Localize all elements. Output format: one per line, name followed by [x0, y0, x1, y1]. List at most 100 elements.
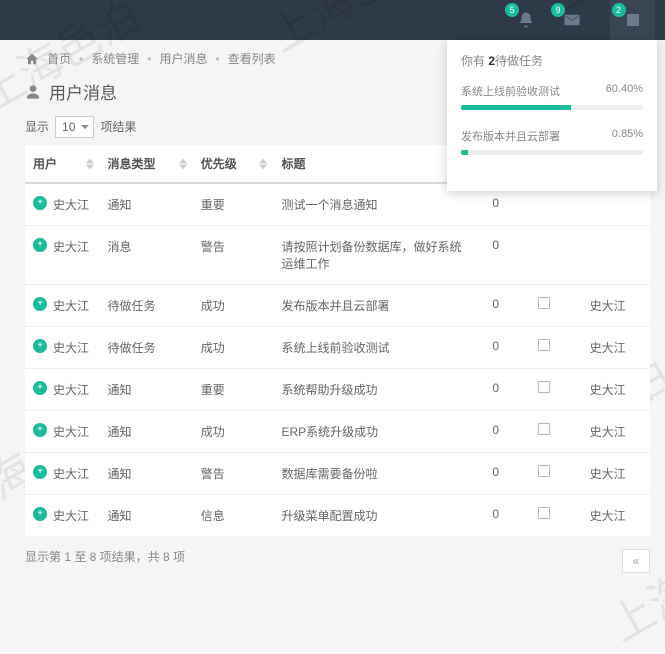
cell-title: 测试一个消息通知	[273, 183, 472, 226]
th-user[interactable]: 用户	[25, 145, 100, 183]
envelope-icon[interactable]: 9	[559, 7, 585, 33]
calendar-badge: 2	[612, 3, 626, 17]
cell-user: 史大江	[53, 423, 89, 440]
cell-type: 待做任务	[100, 327, 193, 369]
page-title: 用户消息	[49, 79, 117, 104]
pager-prev-button[interactable]: «	[622, 549, 650, 573]
progress-bar	[461, 150, 643, 155]
cell-type: 消息	[100, 226, 193, 285]
cell-priority: 信息	[193, 495, 274, 537]
cell-title: 发布版本并且云部署	[273, 285, 472, 327]
cell-title: 系统帮助升级成功	[273, 369, 472, 411]
breadcrumb-home[interactable]: 首页	[47, 50, 71, 67]
task-item[interactable]: 发布版本并且云部署 0.85%	[461, 128, 643, 155]
row-checkbox[interactable]	[538, 507, 550, 519]
th-type[interactable]: 消息类型	[100, 145, 193, 183]
cell-user: 史大江	[53, 297, 89, 314]
cell-owner: 史大江	[582, 453, 650, 495]
expand-button[interactable]: +	[33, 297, 47, 311]
cell-title: 数据库需要备份啦	[273, 453, 472, 495]
user-icon	[25, 84, 41, 100]
task-item[interactable]: 系统上线前验收测试 60.40%	[461, 83, 643, 110]
breadcrumb-msg[interactable]: 用户消息	[159, 50, 207, 67]
row-checkbox[interactable]	[538, 297, 550, 309]
cell-user: 史大江	[53, 339, 89, 356]
table-row: +史大江待做任务成功发布版本并且云部署0史大江	[25, 285, 650, 327]
expand-button[interactable]: +	[33, 507, 47, 521]
expand-button[interactable]: +	[33, 196, 47, 210]
cell-title: ERP系统升级成功	[273, 411, 472, 453]
length-select[interactable]: 10	[55, 116, 94, 138]
cell-user: 史大江	[53, 238, 89, 255]
topbar: 5 9 2	[0, 0, 665, 40]
cell-num: 0	[472, 285, 507, 327]
expand-button[interactable]: +	[33, 381, 47, 395]
length-unit-label: 项结果	[100, 118, 136, 135]
cell-priority: 警告	[193, 226, 274, 285]
row-checkbox[interactable]	[538, 381, 550, 393]
envelope-badge: 9	[551, 3, 565, 17]
table-row: + 史大江消息警告请按照计划备份数据库，做好系统运维工作0	[25, 226, 650, 285]
cell-owner: 史大江	[582, 495, 650, 537]
cell-priority: 警告	[193, 453, 274, 495]
cell-owner: 史大江	[582, 411, 650, 453]
row-checkbox[interactable]	[538, 339, 550, 351]
cell-user: 史大江	[53, 196, 89, 213]
task-pct: 60.40%	[606, 83, 643, 99]
table-row: +史大江待做任务成功系统上线前验收测试0史大江	[25, 327, 650, 369]
th-title[interactable]: 标题	[273, 145, 472, 183]
cell-priority: 重要	[193, 369, 274, 411]
task-panel-header: 你有 2待做任务	[461, 52, 643, 69]
notification-bell-icon[interactable]: 5	[513, 7, 539, 33]
expand-button[interactable]: +	[33, 339, 47, 353]
breadcrumb-sys[interactable]: 系统管理	[91, 50, 139, 67]
cell-owner: 史大江	[582, 327, 650, 369]
cell-type: 通知	[100, 411, 193, 453]
cell-num: 0	[472, 453, 507, 495]
task-name: 系统上线前验收测试	[461, 83, 560, 99]
cell-title: 系统上线前验收测试	[273, 327, 472, 369]
row-checkbox[interactable]	[538, 465, 550, 477]
cell-title: 升级菜单配置成功	[273, 495, 472, 537]
cell-title: 请按照计划备份数据库，做好系统运维工作	[273, 226, 472, 285]
cell-num: 0	[472, 495, 507, 537]
table-row: +史大江通知警告数据库需要备份啦0史大江	[25, 453, 650, 495]
breadcrumb-sep: •	[147, 52, 151, 66]
cell-priority: 成功	[193, 327, 274, 369]
pager: «	[622, 549, 650, 573]
cell-num: 0	[472, 369, 507, 411]
expand-button[interactable]: +	[33, 423, 47, 437]
cell-owner	[582, 226, 650, 285]
cell-num: 0	[472, 411, 507, 453]
cell-num: 0	[472, 226, 507, 285]
cell-type: 待做任务	[100, 285, 193, 327]
task-name: 发布版本并且云部署	[461, 128, 560, 144]
expand-button[interactable]: +	[33, 238, 47, 252]
calendar-icon[interactable]: 2	[610, 0, 655, 40]
cell-priority: 成功	[193, 411, 274, 453]
table-row: +史大江通知重要系统帮助升级成功0史大江	[25, 369, 650, 411]
cell-type: 通知	[100, 369, 193, 411]
progress-bar	[461, 105, 643, 110]
cell-type: 通知	[100, 453, 193, 495]
length-show-label: 显示	[25, 118, 49, 135]
expand-button[interactable]: +	[33, 465, 47, 479]
breadcrumb-sep: •	[79, 52, 83, 66]
cell-priority: 重要	[193, 183, 274, 226]
table-row: +史大江通知成功ERP系统升级成功0史大江	[25, 411, 650, 453]
breadcrumb-list: 查看列表	[228, 50, 276, 67]
cell-priority: 成功	[193, 285, 274, 327]
task-panel: 你有 2待做任务 系统上线前验收测试 60.40% 发布版本并且云部署 0.85…	[447, 40, 657, 191]
cell-user: 史大江	[53, 381, 89, 398]
cell-user: 史大江	[53, 507, 89, 524]
row-checkbox[interactable]	[538, 423, 550, 435]
cell-type: 通知	[100, 183, 193, 226]
home-icon	[25, 52, 39, 66]
cell-owner: 史大江	[582, 285, 650, 327]
cell-num: 0	[472, 327, 507, 369]
task-pct: 0.85%	[612, 128, 643, 144]
bell-badge: 5	[505, 3, 519, 17]
messages-table: 用户 消息类型 优先级 标题 +史大江通知重要测试一个消息通知0+史大江消息警告…	[25, 145, 650, 536]
th-priority[interactable]: 优先级	[193, 145, 274, 183]
table-row: +史大江通知信息升级菜单配置成功0史大江	[25, 495, 650, 537]
